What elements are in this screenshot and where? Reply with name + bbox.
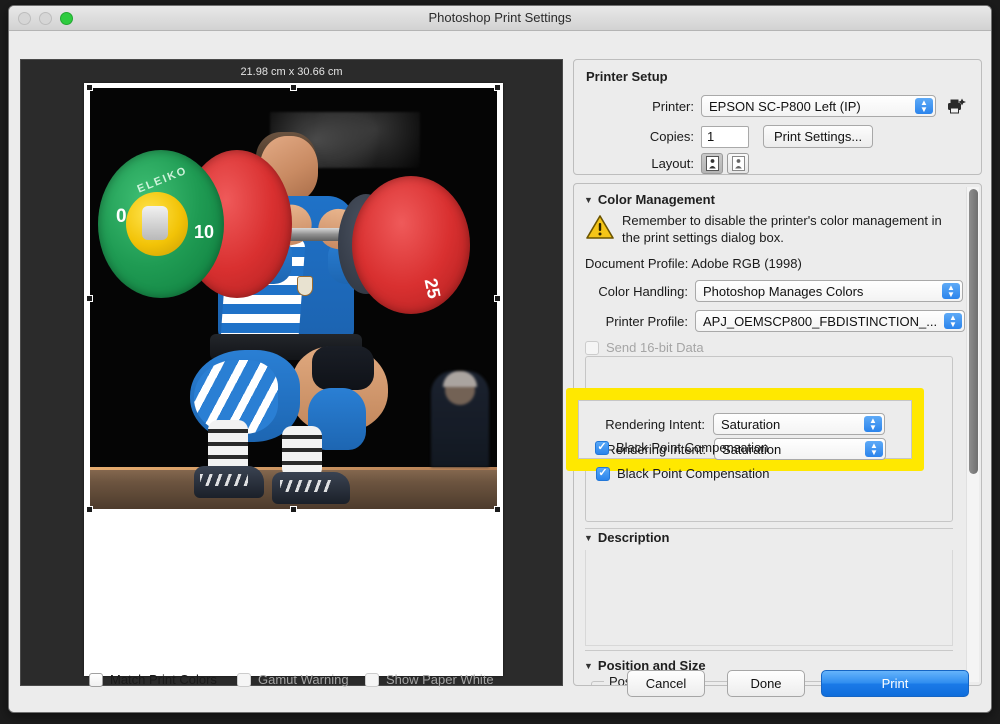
black-point-compensation-row-overlay[interactable]: Black Point Compensation xyxy=(595,440,768,455)
barbell-collar xyxy=(142,206,168,240)
black-point-compensation-checkbox[interactable] xyxy=(595,440,609,455)
image-selection-bounds[interactable]: ELEIKO 0 10 25 xyxy=(86,84,501,513)
printer-add-icon[interactable] xyxy=(946,97,966,115)
cancel-button-label: Cancel xyxy=(645,676,687,691)
color-management-warning-text: Remember to disable the printer's color … xyxy=(622,213,942,245)
window-title: Photoshop Print Settings xyxy=(428,10,572,25)
athlete-left-shoe xyxy=(194,466,264,498)
print-settings-button-label: Print Settings... xyxy=(774,129,863,144)
layout-label: Layout: xyxy=(651,156,694,171)
resize-handle-middle-right[interactable] xyxy=(494,294,501,302)
plate-number-left-large: 10 xyxy=(194,222,215,242)
rendering-intent-label: Rendering Intent: xyxy=(605,416,705,432)
show-paper-white-checkbox[interactable] xyxy=(365,672,379,687)
resize-handle-top-left[interactable] xyxy=(86,84,93,91)
copies-input[interactable]: 1 xyxy=(701,125,749,148)
description-title: Description xyxy=(597,530,670,545)
match-print-colors-checkbox[interactable] xyxy=(89,672,103,687)
disclosure-triangle-icon[interactable]: ▼ xyxy=(584,533,593,543)
send-16bit-checkbox[interactable] xyxy=(585,340,599,355)
window-titlebar: Photoshop Print Settings xyxy=(9,6,991,31)
preview-dimensions-label: 21.98 cm x 30.66 cm xyxy=(240,66,343,78)
color-handling-value: Photoshop Manages Colors xyxy=(703,283,864,299)
gamut-warning-checkbox[interactable] xyxy=(237,672,251,687)
screen: Photoshop Print Settings 21.98 cm x 30.6… xyxy=(0,0,1000,724)
document-profile-label: Document Profile: Adobe RGB (1998) xyxy=(585,256,802,271)
printer-label: Printer: xyxy=(652,98,694,114)
panel-scrollbar[interactable] xyxy=(966,187,979,682)
cancel-button[interactable]: Cancel xyxy=(627,670,705,697)
athlete-right-shoe xyxy=(272,472,350,504)
printer-profile-value: APJ_OEMSCP800_FBDISTINCTION_... xyxy=(703,313,938,329)
resize-handle-top-center[interactable] xyxy=(289,84,297,91)
color-management-header[interactable]: ▼ Color Management xyxy=(584,192,715,207)
print-button[interactable]: Print xyxy=(821,670,969,697)
description-content xyxy=(585,550,953,646)
color-handling-select[interactable]: Photoshop Manages Colors ▲ ▼ xyxy=(695,280,963,302)
resize-handle-bottom-right[interactable] xyxy=(494,506,501,513)
warning-triangle-icon xyxy=(586,214,614,245)
layout-portrait-icon[interactable] xyxy=(701,153,723,174)
resize-handle-bottom-center[interactable] xyxy=(289,506,297,513)
send-16bit-row[interactable]: Send 16-bit Data xyxy=(585,340,704,355)
chevron-updown-icon: ▲▼ xyxy=(865,441,883,457)
copies-input-value: 1 xyxy=(707,129,715,144)
settings-panel: Printer Setup Printer: EPSON SC-P800 Lef… xyxy=(573,59,982,686)
athlete-shorts xyxy=(312,346,374,390)
black-point-compensation-checkbox[interactable] xyxy=(596,466,610,481)
print-settings-window: Photoshop Print Settings 21.98 cm x 30.6… xyxy=(8,5,992,713)
color-handling-label: Color Handling: xyxy=(598,283,688,299)
show-paper-white-row[interactable]: Show Paper White xyxy=(365,672,494,687)
print-button-label: Print xyxy=(881,676,909,691)
printer-select-value: EPSON SC-P800 Left (IP) xyxy=(709,98,861,114)
singlet-crest xyxy=(297,276,313,296)
gamut-warning-label: Gamut Warning xyxy=(258,672,349,687)
black-point-compensation-label: Black Point Compensation xyxy=(617,466,770,481)
plate-number-left-small: 0 xyxy=(116,206,127,227)
barbell-plate-red-right xyxy=(352,176,470,314)
paper-preview: ELEIKO 0 10 25 xyxy=(84,83,503,676)
panel-scrollbar-thumb[interactable] xyxy=(969,189,978,474)
layout-landscape-icon[interactable] xyxy=(727,153,749,174)
printer-setup-group: Printer Setup Printer: EPSON SC-P800 Lef… xyxy=(573,59,982,175)
rendering-intent-select[interactable]: Saturation ▲ ▼ xyxy=(713,413,885,435)
rendering-intent-value: Saturation xyxy=(721,416,781,432)
printer-profile-label: Printer Profile: xyxy=(605,313,688,329)
divider xyxy=(585,528,953,529)
chevron-updown-icon: ▲▼ xyxy=(942,283,960,299)
color-management-title: Color Management xyxy=(597,192,715,207)
resize-handle-bottom-left[interactable] xyxy=(86,506,93,513)
plate-number-right: 25 xyxy=(420,276,445,301)
done-button-label: Done xyxy=(750,676,782,691)
printer-setup-title: Printer Setup xyxy=(586,69,668,84)
printer-profile-select[interactable]: APJ_OEMSCP800_FBDISTINCTION_... ▲ ▼ xyxy=(695,310,965,332)
black-point-compensation-label: Black Point Compensation xyxy=(616,440,769,455)
match-print-colors-row[interactable]: Match Print Colors xyxy=(89,672,217,687)
gamut-warning-row[interactable]: Gamut Warning xyxy=(237,672,349,687)
resize-handle-top-right[interactable] xyxy=(494,84,501,91)
description-header[interactable]: ▼ Description xyxy=(584,530,669,545)
chevron-updown-icon: ▲▼ xyxy=(944,313,962,329)
copies-label: Copies: xyxy=(649,129,694,144)
color-management-warning: Remember to disable the printer's color … xyxy=(586,212,946,246)
chevron-updown-icon: ▲▼ xyxy=(915,98,933,114)
send-16bit-label: Send 16-bit Data xyxy=(606,340,704,355)
window-body: 21.98 cm x 30.66 cm ELEIKO 0 10 25 Print… xyxy=(9,31,991,712)
done-button[interactable]: Done xyxy=(727,670,805,697)
print-settings-button[interactable]: Print Settings... xyxy=(763,125,874,148)
show-paper-white-label: Show Paper White xyxy=(386,672,494,687)
resize-handle-middle-left[interactable] xyxy=(86,294,93,302)
rendering-intent-row-overlay: Rendering Intent: Saturation ▲ ▼ xyxy=(595,413,935,435)
divider xyxy=(585,650,953,651)
chevron-updown-icon: ▲▼ xyxy=(864,416,882,432)
black-point-compensation-row[interactable]: Black Point Compensation xyxy=(596,466,769,481)
printer-select[interactable]: EPSON SC-P800 Left (IP) ▲ ▼ xyxy=(701,95,936,117)
weightlifter-photo: ELEIKO 0 10 25 xyxy=(90,88,497,509)
match-print-colors-label: Match Print Colors xyxy=(110,672,217,687)
disclosure-triangle-icon[interactable]: ▼ xyxy=(584,195,593,205)
dialog-footer: Match Print Colors Gamut Warning Show Pa… xyxy=(9,660,991,712)
print-preview-pane[interactable]: 21.98 cm x 30.66 cm ELEIKO 0 10 25 xyxy=(20,59,563,686)
athlete-right-sock xyxy=(282,426,322,478)
